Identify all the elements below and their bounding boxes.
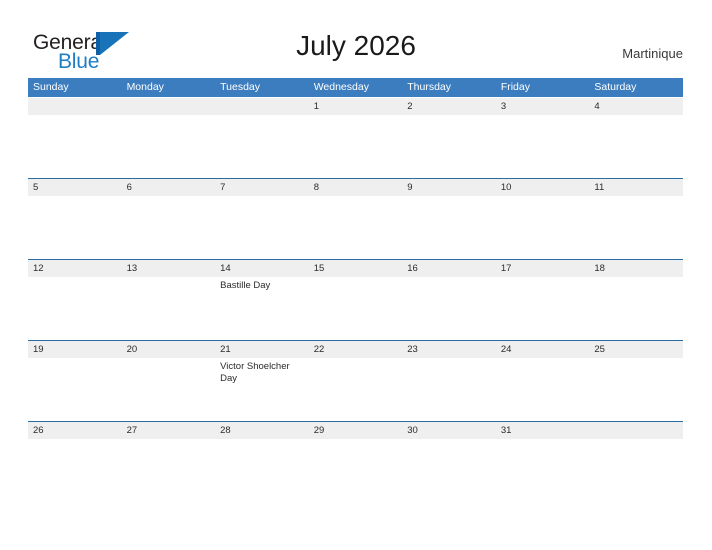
weekday-saturday: Saturday: [594, 81, 637, 93]
day-cell-1[interactable]: 1: [309, 98, 403, 178]
day-cell-22[interactable]: 22: [309, 341, 403, 421]
week-row: 12 13 14 Bastille Day 15 16 17 18: [28, 259, 683, 340]
day-number: 2: [407, 101, 413, 112]
day-number: 15: [313, 263, 325, 274]
day-cell-19[interactable]: 19: [28, 341, 122, 421]
day-number: 22: [313, 344, 325, 355]
day-cell-13[interactable]: 13: [122, 260, 216, 340]
day-cell-5[interactable]: 5: [28, 179, 122, 259]
day-number: 10: [500, 182, 512, 193]
week-row: 26 27 28 29 30 31: [28, 421, 683, 502]
day-number: 29: [313, 425, 325, 436]
week-days: 26 27 28 29 30 31: [28, 422, 683, 502]
calendar-grid: Sunday Monday Tuesday Wednesday Thursday…: [28, 78, 683, 502]
day-number: 11: [594, 182, 605, 193]
week-days: 19 20 21 Victor Shoelcher Day 22 23 24 25: [28, 341, 683, 421]
day-cell-18[interactable]: 18: [589, 260, 683, 340]
event-label: Victor Shoelcher Day: [220, 361, 290, 384]
weekday-thursday: Thursday: [407, 81, 452, 93]
day-number: 19: [33, 344, 44, 355]
day-number: 30: [407, 425, 418, 436]
weekday-monday: Monday: [126, 81, 164, 93]
weekday-tuesday: Tuesday: [220, 81, 261, 93]
day-cell-7[interactable]: 7: [215, 179, 309, 259]
week-days: 12 13 14 Bastille Day 15 16 17 18: [28, 260, 683, 340]
day-number: 31: [500, 425, 512, 436]
day-cell-empty: [215, 98, 309, 178]
day-cell-15[interactable]: 15: [309, 260, 403, 340]
day-number: 28: [220, 425, 231, 436]
day-cell-14[interactable]: 14 Bastille Day: [215, 260, 309, 340]
day-number: 25: [594, 344, 605, 355]
day-number: 21: [220, 344, 231, 355]
week-row: 19 20 21 Victor Shoelcher Day 22 23 24 25: [28, 340, 683, 421]
day-cell-12[interactable]: 12: [28, 260, 122, 340]
week-row: 5 6 7 8 9 10 11: [28, 178, 683, 259]
day-cell-8[interactable]: 8: [309, 179, 403, 259]
day-number: [220, 98, 309, 115]
day-number: 23: [407, 344, 418, 355]
day-number: 6: [126, 182, 132, 193]
day-number: 1: [313, 101, 319, 112]
day-cell-3[interactable]: 3: [496, 98, 590, 178]
event-label: Bastille Day: [220, 280, 271, 291]
day-number: 27: [126, 425, 138, 436]
day-cell-17[interactable]: 17: [496, 260, 590, 340]
day-number: 20: [126, 344, 138, 355]
calendar-page: General Blue July 2026 Martinique Sunday…: [0, 0, 712, 550]
weekday-wednesday: Wednesday: [313, 81, 369, 93]
day-cell-26[interactable]: 26: [28, 422, 122, 502]
day-cell-empty: [28, 98, 122, 178]
day-number: 13: [126, 263, 138, 274]
day-events: Victor Shoelcher Day: [220, 358, 309, 384]
day-cell-6[interactable]: 6: [122, 179, 216, 259]
day-number: 14: [220, 263, 231, 274]
calendar-weeks: 1 2 3 4 5 6 7 8 9 10 11 12 13 14 Bastille Day 15 16 17 18 1…: [28, 97, 683, 502]
day-cell-27[interactable]: 27: [122, 422, 216, 502]
day-cell-4[interactable]: 4: [589, 98, 683, 178]
day-number: [594, 422, 683, 439]
day-number: 12: [33, 263, 44, 274]
week-row: 1 2 3 4: [28, 97, 683, 178]
day-cell-28[interactable]: 28: [215, 422, 309, 502]
day-number: [127, 98, 216, 115]
day-cell-23[interactable]: 23: [402, 341, 496, 421]
day-cell-10[interactable]: 10: [496, 179, 590, 259]
day-number: 18: [594, 263, 605, 274]
day-number: 4: [594, 101, 600, 112]
day-cell-25[interactable]: 25: [589, 341, 683, 421]
day-number: 16: [407, 263, 418, 274]
day-number: 7: [220, 182, 226, 193]
page-header: General Blue July 2026 Martinique: [0, 0, 712, 78]
day-cell-20[interactable]: 20: [122, 341, 216, 421]
day-number: 3: [500, 101, 507, 112]
day-cell-2[interactable]: 2: [402, 98, 496, 178]
weekday-sunday: Sunday: [33, 81, 69, 93]
weekday-header-row: Sunday Monday Tuesday Wednesday Thursday…: [28, 78, 683, 97]
day-cell-empty: [589, 422, 683, 502]
day-number: 24: [500, 344, 512, 355]
day-number: 5: [33, 182, 39, 193]
day-cell-11[interactable]: 11: [589, 179, 683, 259]
day-cell-9[interactable]: 9: [402, 179, 496, 259]
locale-label: Martinique: [622, 46, 683, 61]
day-number: 9: [407, 182, 413, 193]
day-cell-29[interactable]: 29: [309, 422, 403, 502]
day-cell-30[interactable]: 30: [402, 422, 496, 502]
day-cell-24[interactable]: 24: [496, 341, 590, 421]
day-number: 8: [313, 182, 319, 193]
weekday-friday: Friday: [500, 81, 530, 93]
day-number: [33, 98, 122, 115]
week-days: 1 2 3 4: [28, 98, 683, 178]
day-cell-21[interactable]: 21 Victor Shoelcher Day: [215, 341, 309, 421]
day-cell-31[interactable]: 31: [496, 422, 590, 502]
week-days: 5 6 7 8 9 10 11: [28, 179, 683, 259]
day-number: 26: [33, 425, 44, 436]
day-number: 17: [500, 263, 512, 274]
day-cell-16[interactable]: 16: [402, 260, 496, 340]
page-title: July 2026: [296, 30, 416, 61]
day-cell-empty: [122, 98, 216, 178]
day-events: Bastille Day: [220, 277, 309, 292]
